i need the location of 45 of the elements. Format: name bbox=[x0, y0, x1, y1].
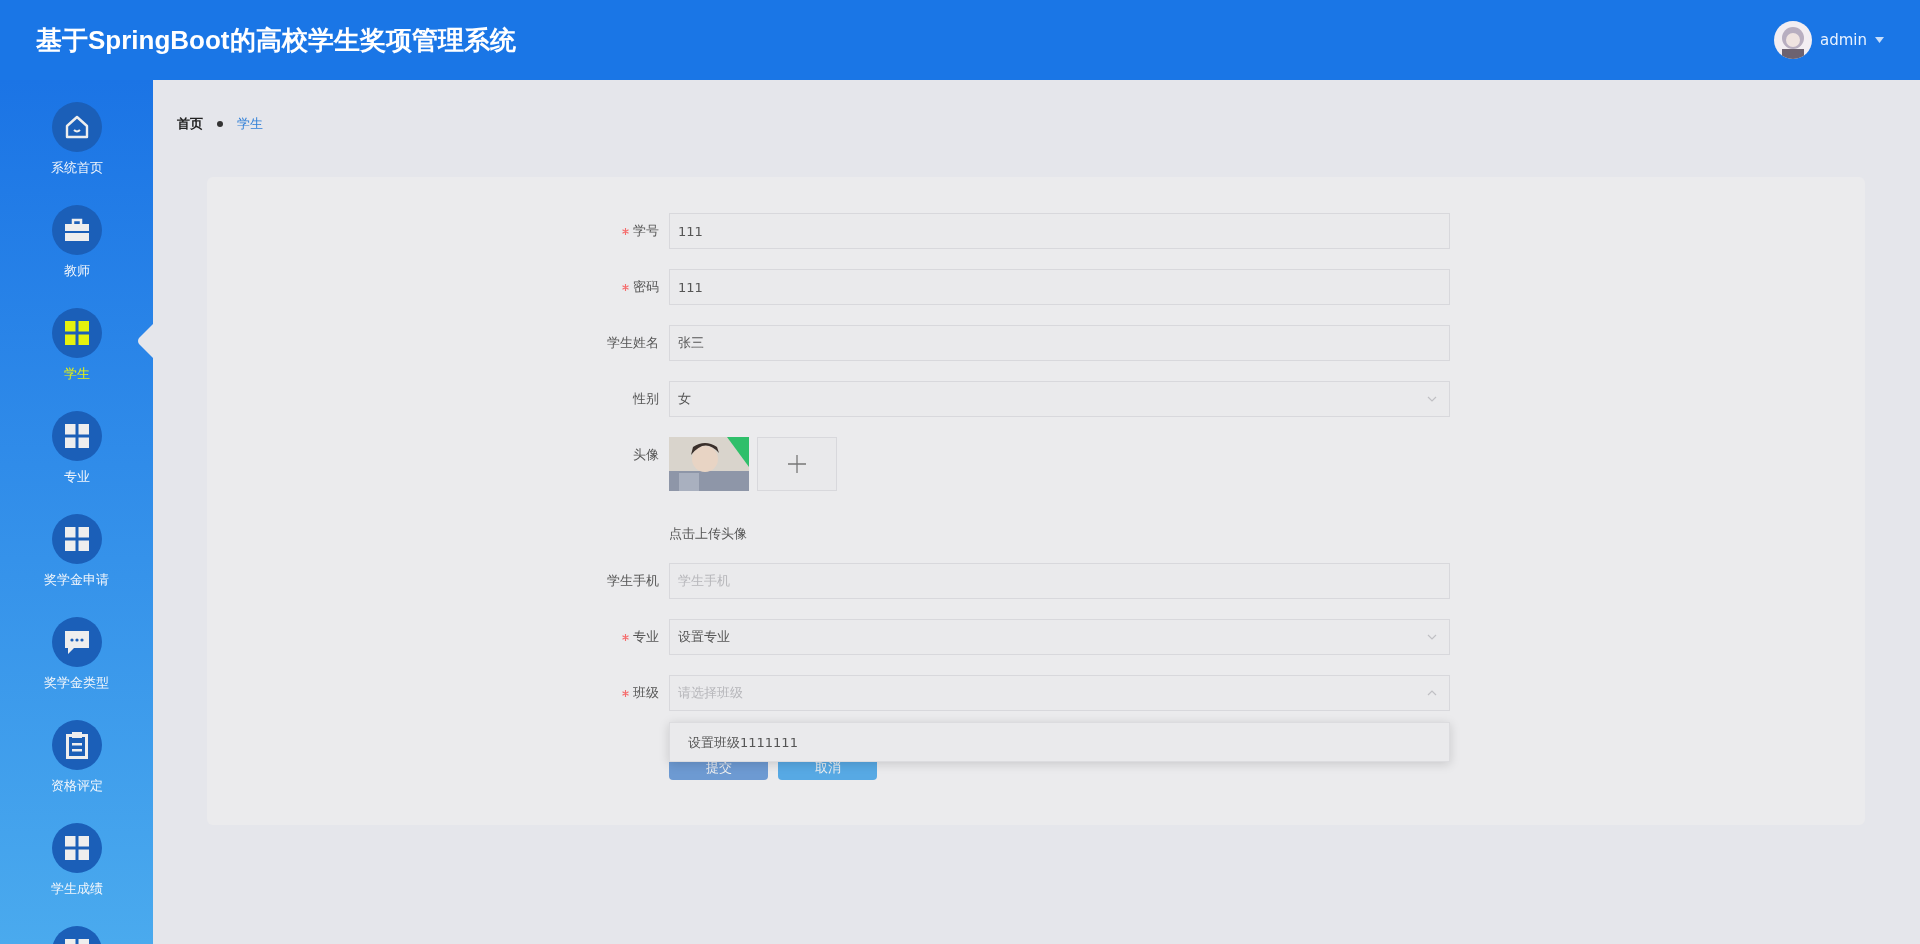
chevron-down-icon bbox=[1427, 634, 1437, 640]
select-field[interactable]: 女 bbox=[669, 381, 1450, 417]
home-icon bbox=[63, 114, 90, 140]
chevron-down-icon bbox=[1427, 396, 1437, 402]
grid-icon bbox=[64, 527, 89, 551]
sidebar-item[interactable]: 学生成绩 bbox=[0, 823, 153, 897]
upload-hint: 点击上传头像 bbox=[669, 525, 747, 543]
field-label: 学生手机 bbox=[607, 572, 659, 590]
field-label: 班级 bbox=[633, 684, 659, 702]
grid-icon bbox=[64, 321, 89, 345]
field-label: 头像 bbox=[633, 446, 659, 464]
caret-icon[interactable] bbox=[1875, 37, 1884, 43]
chat-icon bbox=[63, 629, 90, 655]
dropdown-option[interactable]: 设置班级1111111 bbox=[670, 729, 1449, 757]
user-name[interactable]: admin bbox=[1820, 31, 1867, 49]
required-icon bbox=[622, 227, 629, 235]
field-label: 学号 bbox=[633, 222, 659, 240]
app-title: 基于SpringBoot的高校学生奖项管理系统 bbox=[36, 23, 516, 57]
field-label: 密码 bbox=[633, 278, 659, 296]
active-pointer bbox=[137, 324, 153, 358]
chevron-up-icon bbox=[1427, 690, 1437, 696]
field-label: 专业 bbox=[633, 628, 659, 646]
grid-icon bbox=[64, 836, 89, 860]
field-label: 性别 bbox=[633, 390, 659, 408]
input-field[interactable]: 张三 bbox=[669, 325, 1450, 361]
select-field[interactable]: 设置专业 bbox=[669, 619, 1450, 655]
input-field[interactable]: 111 bbox=[669, 213, 1450, 249]
breadcrumb-item[interactable]: 首页 bbox=[177, 115, 203, 133]
field-label: 学生姓名 bbox=[607, 334, 659, 352]
sidebar-item[interactable]: 教师 bbox=[0, 205, 153, 279]
sidebar-item[interactable]: 系统首页 bbox=[0, 102, 153, 176]
sidebar-item[interactable]: 专业 bbox=[0, 411, 153, 485]
plus-icon bbox=[788, 455, 806, 473]
grid-icon bbox=[64, 424, 89, 448]
input-field[interactable]: 111 bbox=[669, 269, 1450, 305]
breadcrumb-item: 学生 bbox=[237, 115, 263, 133]
required-icon bbox=[622, 689, 629, 697]
clipboard-icon bbox=[65, 731, 88, 759]
required-icon bbox=[622, 633, 629, 641]
briefcase-icon bbox=[63, 218, 90, 242]
sidebar-item[interactable]: 奖学金申请 bbox=[0, 514, 153, 588]
sidebar-item[interactable]: 资格评定 bbox=[0, 720, 153, 794]
required-icon bbox=[622, 283, 629, 291]
sidebar-item[interactable]: 学生 bbox=[0, 308, 153, 382]
sidebar-item[interactable]: 奖学金类型 bbox=[0, 617, 153, 691]
